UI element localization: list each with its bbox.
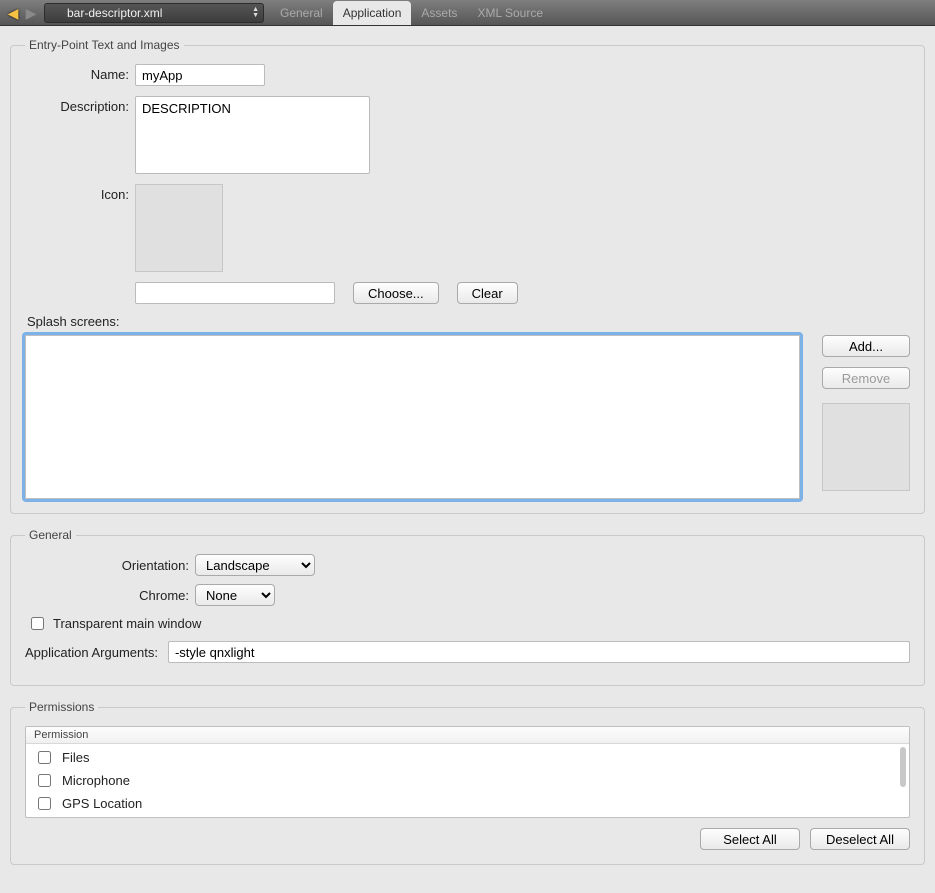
nav-forward-icon[interactable]: ▶ <box>24 6 38 20</box>
label-description: Description: <box>25 96 135 114</box>
group-general-legend: General <box>25 528 76 542</box>
arguments-input[interactable] <box>168 641 910 663</box>
transparent-checkbox[interactable] <box>31 617 44 630</box>
permission-row[interactable]: Files <box>26 746 909 769</box>
select-all-button[interactable]: Select All <box>700 828 800 850</box>
tab-xml-source[interactable]: XML Source <box>467 1 553 25</box>
description-input[interactable]: DESCRIPTION <box>135 96 370 174</box>
label-name: Name: <box>25 64 135 82</box>
remove-button: Remove <box>822 367 910 389</box>
add-button[interactable]: Add... <box>822 335 910 357</box>
group-permissions-legend: Permissions <box>25 700 98 714</box>
group-entry-point-legend: Entry-Point Text and Images <box>25 38 184 52</box>
tab-assets[interactable]: Assets <box>411 1 467 25</box>
permission-checkbox[interactable] <box>38 774 51 787</box>
permission-row[interactable]: GPS Location <box>26 792 909 815</box>
editor-tabs: General Application Assets XML Source <box>270 1 553 25</box>
label-chrome: Chrome: <box>25 588 195 603</box>
splash-list[interactable] <box>25 335 800 499</box>
label-arguments: Application Arguments: <box>25 645 168 660</box>
file-selector-label: bar-descriptor.xml <box>67 6 162 20</box>
permissions-table[interactable]: Permission Files Microphone GPS Location <box>25 726 910 818</box>
tab-application[interactable]: Application <box>333 1 412 25</box>
editor-toolbar: ◀ ▶ bar-descriptor.xml ▲▼ General Applic… <box>0 0 935 26</box>
stepper-icon: ▲▼ <box>252 7 259 19</box>
file-selector[interactable]: bar-descriptor.xml ▲▼ <box>44 3 264 23</box>
permission-label: Microphone <box>62 773 130 788</box>
scrollbar-thumb[interactable] <box>900 747 906 787</box>
permission-label: Files <box>62 750 89 765</box>
label-splash: Splash screens: <box>27 314 910 329</box>
splash-preview <box>822 403 910 491</box>
icon-preview <box>135 184 223 272</box>
chrome-select[interactable]: None <box>195 584 275 606</box>
label-icon: Icon: <box>25 184 135 202</box>
icon-path-input[interactable] <box>135 282 335 304</box>
name-input[interactable] <box>135 64 265 86</box>
group-general: General Orientation: Landscape Chrome: N… <box>10 528 925 686</box>
choose-button[interactable]: Choose... <box>353 282 439 304</box>
group-entry-point: Entry-Point Text and Images Name: Descri… <box>10 38 925 514</box>
tab-general[interactable]: General <box>270 1 333 25</box>
permission-label: GPS Location <box>62 796 142 811</box>
label-orientation: Orientation: <box>25 558 195 573</box>
permission-checkbox[interactable] <box>38 751 51 764</box>
permission-checkbox[interactable] <box>38 797 51 810</box>
clear-button[interactable]: Clear <box>457 282 518 304</box>
permission-row[interactable]: Microphone <box>26 769 909 792</box>
orientation-select[interactable]: Landscape <box>195 554 315 576</box>
group-permissions: Permissions Permission Files Microphone … <box>10 700 925 865</box>
deselect-all-button[interactable]: Deselect All <box>810 828 910 850</box>
nav-back-icon[interactable]: ◀ <box>6 6 20 20</box>
label-transparent: Transparent main window <box>53 616 201 631</box>
history-nav: ◀ ▶ <box>6 6 38 20</box>
permissions-header: Permission <box>26 727 909 744</box>
